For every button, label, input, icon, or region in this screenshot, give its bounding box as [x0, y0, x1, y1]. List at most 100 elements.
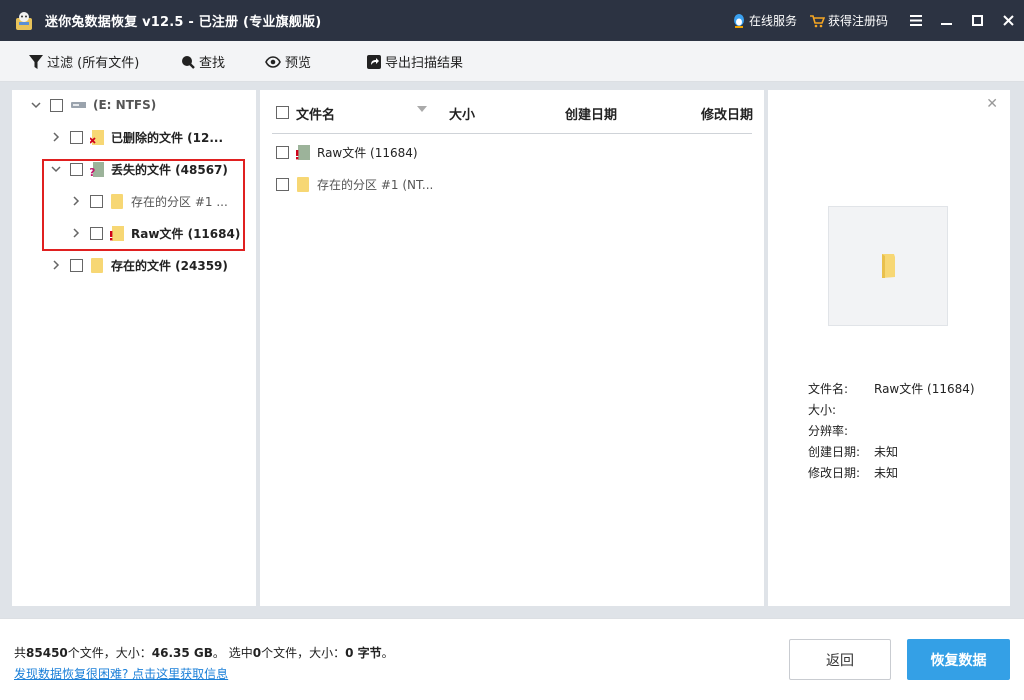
back-button[interactable]: 返回 — [789, 639, 891, 680]
lost-folder-icon: ? — [90, 162, 104, 177]
tree-item-deleted[interactable]: 已删除的文件 (12... — [49, 125, 223, 149]
prop-value-modified: 未知 — [874, 466, 899, 480]
deleted-folder-icon — [90, 130, 104, 145]
recover-button[interactable]: 恢复数据 — [907, 639, 1010, 680]
tree-checkbox[interactable] — [70, 130, 83, 144]
minimize-button[interactable] — [931, 0, 962, 41]
menu-button[interactable] — [900, 0, 931, 41]
prop-label-created: 创建日期: — [808, 445, 861, 459]
column-name[interactable]: 文件名 — [296, 104, 335, 123]
app-logo-icon — [16, 11, 32, 30]
total-count: 85450 — [26, 646, 68, 660]
export-button[interactable]: 导出扫描结果 — [367, 41, 463, 82]
column-size[interactable]: 大小 — [449, 104, 475, 123]
tree-checkbox[interactable] — [50, 98, 63, 112]
chevron-down-icon[interactable] — [49, 162, 63, 176]
folder-icon — [91, 258, 103, 273]
tree-item-label: 存在的文件 (24359) — [111, 258, 228, 273]
maximize-button[interactable] — [962, 0, 993, 41]
status-summary: 共85450个文件，大小：46.35 GB。 选中0个文件，大小：0 字节。 — [14, 644, 394, 661]
window-title: 迷你兔数据恢复 v12.5 - 已注册 (专业旗舰版) — [45, 15, 322, 30]
prop-label-modified: 修改日期: — [808, 466, 861, 480]
status-text: 个文件，大小： — [67, 646, 152, 660]
chevron-right-icon[interactable] — [49, 258, 63, 272]
prop-label-name: 文件名: — [808, 382, 849, 396]
select-all-checkbox[interactable] — [276, 106, 289, 119]
status-text: 。 选中 — [212, 646, 253, 660]
sort-desc-icon[interactable] — [417, 106, 427, 112]
header-divider — [272, 133, 752, 134]
minimize-icon — [941, 23, 952, 25]
tree-checkbox[interactable] — [70, 258, 83, 272]
online-service-label: 在线服务 — [748, 14, 797, 28]
prop-label-size: 大小: — [808, 403, 837, 417]
preview-button[interactable]: 预览 — [265, 41, 311, 82]
chevron-right-icon[interactable] — [69, 226, 83, 240]
preview-thumbnail — [828, 206, 948, 326]
filter-button[interactable]: 过滤 (所有文件) — [29, 41, 139, 82]
tree-item-raw[interactable]: Raw文件 (11684) — [69, 221, 240, 245]
row-filename: Raw文件 (11684) — [317, 145, 418, 160]
tree-item-label: (E: NTFS) — [93, 98, 157, 112]
row-filename: 存在的分区 #1 (NT... — [317, 177, 434, 192]
row-checkbox[interactable] — [276, 145, 289, 159]
search-icon — [182, 55, 195, 69]
title-bar: 迷你兔数据恢复 v12.5 - 已注册 (专业旗舰版) 在线服务 获得注册码 — [0, 0, 1024, 41]
folder-tree-panel: (E: NTFS) 已删除的文件 (12... ? 丢失的文件 (48567) … — [12, 90, 256, 606]
tree-item-label: Raw文件 (11684) — [131, 226, 241, 241]
raw-folder-icon — [110, 226, 124, 241]
prop-label-resolution: 分辨率: — [808, 424, 849, 438]
folder-icon — [882, 254, 895, 278]
help-link[interactable]: 发现数据恢复很困难? 点击这里获取信息 — [14, 665, 228, 682]
preview-properties: 文件名: Raw文件 (11684) 大小: 分辨率: 创建日期: 未知 修改日期:… — [808, 380, 975, 485]
file-list-panel: 文件名 大小 创建日期 修改日期 Raw文件 (11684) 存在的分区 #1 … — [260, 90, 764, 606]
total-size: 46.35 GB — [151, 646, 213, 660]
close-icon — [1003, 15, 1014, 26]
folder-icon — [111, 194, 123, 209]
toolbar: 过滤 (所有文件) 查找 预览 导出扫描结果 — [0, 41, 1024, 82]
tree-item-label: 存在的分区 #1 ... — [131, 194, 228, 209]
tree-checkbox[interactable] — [90, 226, 103, 240]
filter-label: 过滤 (所有文件) — [47, 56, 140, 71]
tree-item-existing-partition[interactable]: 存在的分区 #1 ... — [69, 189, 228, 213]
eye-icon — [265, 55, 281, 68]
tree-item-lost[interactable]: ? 丢失的文件 (48567) — [49, 157, 228, 181]
status-text: 个文件，大小： — [261, 646, 346, 660]
tree-item-label: 丢失的文件 (48567) — [111, 162, 228, 177]
folder-icon — [297, 177, 309, 192]
row-checkbox[interactable] — [276, 177, 289, 191]
column-created[interactable]: 创建日期 — [565, 104, 617, 123]
tree-item-existing[interactable]: 存在的文件 (24359) — [49, 253, 228, 277]
status-bar: 共85450个文件，大小：46.35 GB。 选中0个文件，大小：0 字节。 发… — [0, 618, 1024, 700]
prop-value-name: Raw文件 (11684) — [874, 382, 975, 396]
chevron-right-icon[interactable] — [69, 194, 83, 208]
list-item[interactable]: 存在的分区 #1 (NT... — [276, 172, 433, 196]
chevron-down-icon[interactable] — [29, 98, 43, 112]
export-label: 导出扫描结果 — [385, 56, 464, 71]
get-code-link[interactable]: 获得注册码 — [809, 12, 888, 29]
selected-count: 0 — [252, 646, 262, 660]
preview-panel: ✕ 文件名: Raw文件 (11684) 大小: 分辨率: 创建日期: 未知 修改日… — [768, 90, 1010, 606]
export-icon — [367, 54, 381, 69]
raw-folder-icon — [296, 145, 310, 160]
find-label: 查找 — [199, 56, 226, 71]
maximize-icon — [972, 15, 983, 26]
column-modified[interactable]: 修改日期 — [701, 104, 753, 123]
status-text: 。 — [381, 646, 394, 660]
tree-checkbox[interactable] — [90, 194, 103, 208]
tree-checkbox[interactable] — [70, 162, 83, 176]
drive-icon — [71, 102, 86, 108]
find-button[interactable]: 查找 — [181, 41, 225, 82]
cart-icon — [809, 14, 825, 27]
close-preview-icon[interactable]: ✕ — [986, 96, 998, 112]
tree-item-label: 已删除的文件 (12... — [111, 130, 224, 145]
prop-value-created: 未知 — [874, 445, 899, 459]
tree-item-root[interactable]: (E: NTFS) — [29, 93, 156, 117]
list-header: 文件名 大小 创建日期 修改日期 — [260, 90, 764, 135]
close-button[interactable] — [993, 0, 1024, 41]
get-code-label: 获得注册码 — [827, 14, 888, 28]
list-item[interactable]: Raw文件 (11684) — [276, 140, 418, 164]
selected-size: 0 字节 — [345, 646, 382, 660]
online-service-link[interactable]: 在线服务 — [732, 12, 797, 29]
chevron-right-icon[interactable] — [49, 130, 63, 144]
